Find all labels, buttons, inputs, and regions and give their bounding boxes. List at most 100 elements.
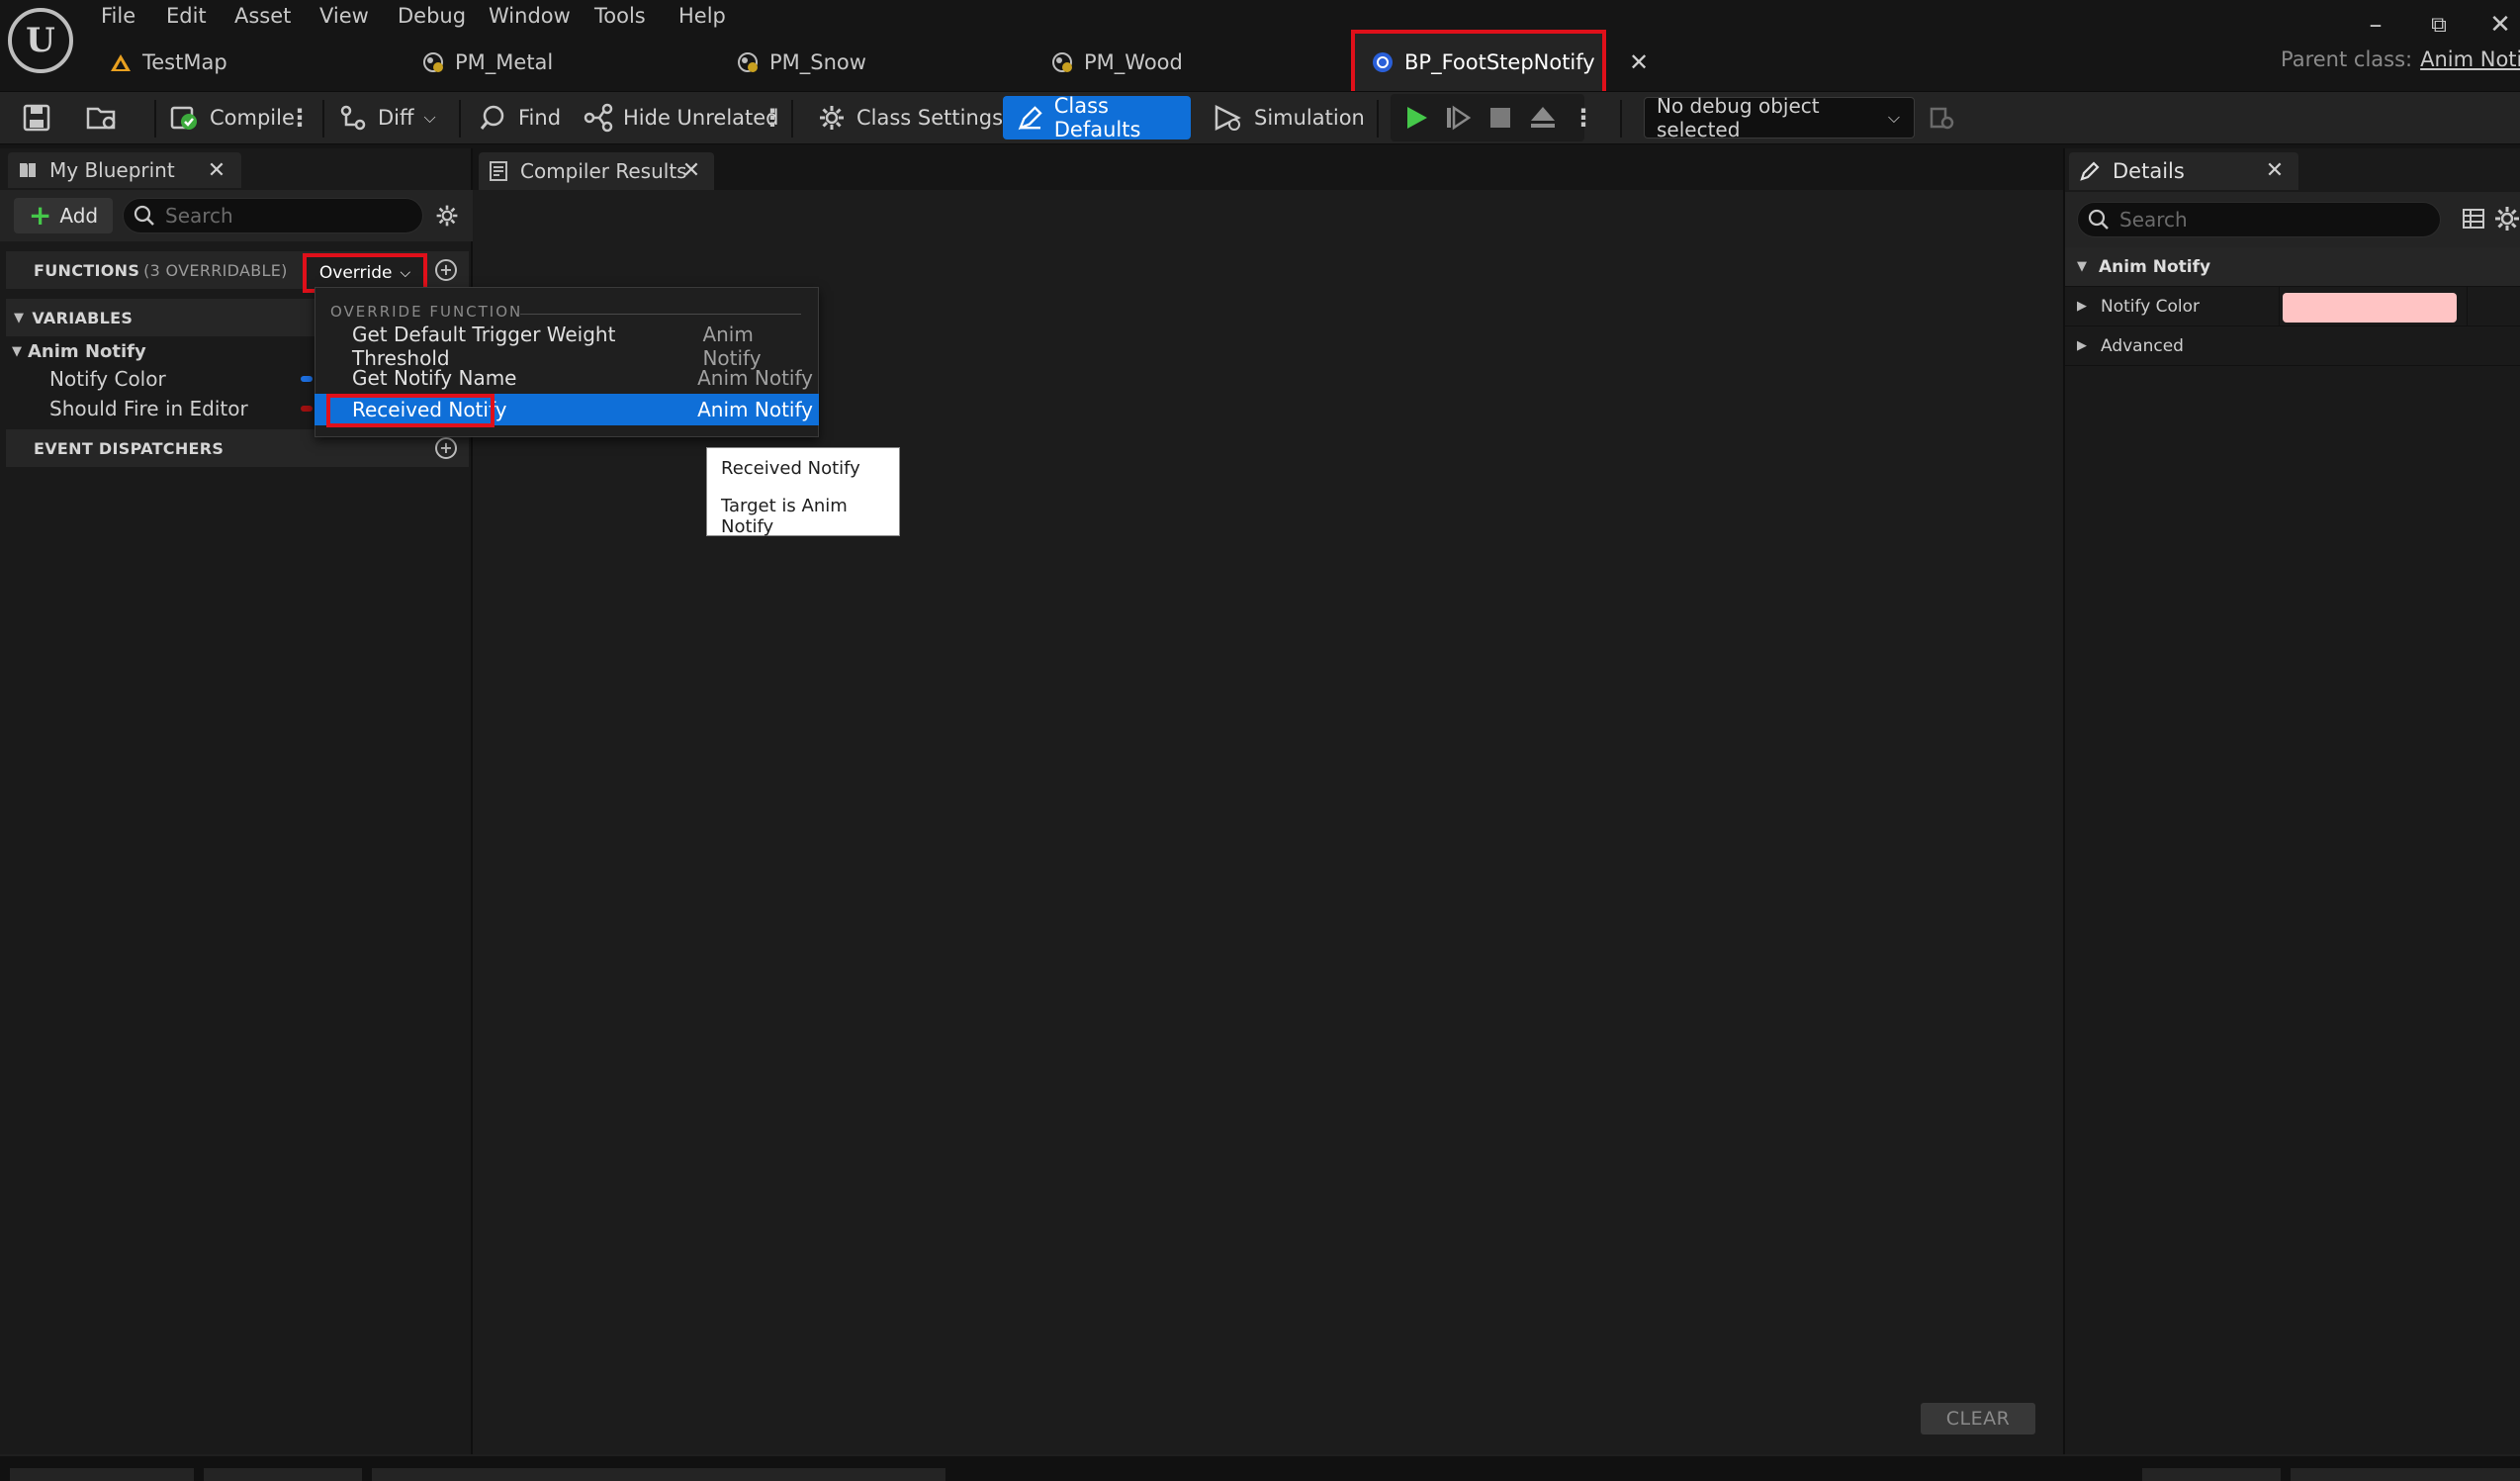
diff-label: Diff — [378, 106, 414, 130]
search-input[interactable] — [2119, 208, 2416, 231]
details-category-anim-notify[interactable]: ▼ Anim Notify — [2065, 247, 2520, 287]
debug-object-value: No debug object selected — [1657, 94, 1820, 141]
my-blueprint-icon — [20, 163, 36, 177]
debug-browse-button[interactable] — [1929, 92, 1956, 143]
tooltip-target: Target is Anim Notify — [721, 496, 848, 537]
override-label: Override — [318, 263, 393, 283]
category-label: Anim Notify — [28, 340, 146, 362]
class-settings-label: Class Settings — [856, 106, 1004, 130]
variable-name: Notify Color — [49, 367, 166, 391]
compile-options-icon[interactable]: ⋮ — [288, 92, 312, 143]
variable-type-pin — [301, 376, 313, 382]
eject-icon — [1531, 107, 1555, 128]
table-view-icon[interactable] — [2461, 206, 2486, 231]
diff-button[interactable]: Diff ⌵ — [338, 92, 436, 143]
simulation-button[interactable]: Simulation — [1213, 92, 1365, 143]
column-divider — [2279, 287, 2280, 326]
eject-button[interactable] — [1529, 92, 1557, 143]
hide-unrelated-label: Hide Unrelated — [623, 106, 779, 130]
play-button[interactable] — [1402, 92, 1430, 143]
details-search[interactable] — [2077, 202, 2441, 237]
close-tab-icon[interactable]: ✕ — [1622, 47, 1656, 77]
class-settings-button[interactable]: Class Settings — [817, 92, 1003, 143]
parent-class: Parent class: Anim Notify — [2281, 47, 2520, 71]
tab-pm-snow[interactable]: PM_Snow — [736, 44, 866, 81]
step-button[interactable] — [1444, 92, 1472, 143]
collapse-arrow-icon: ▼ — [14, 310, 25, 325]
find-button[interactable]: Find — [479, 92, 561, 143]
restore-icon[interactable]: ⧉ — [2419, 8, 2459, 42]
find-options-icon[interactable]: ⋮ — [761, 92, 784, 143]
chevron-down-icon: ⌵ — [1887, 108, 1900, 127]
details-row-advanced[interactable]: ▶ Advanced — [2065, 326, 2520, 366]
class-defaults-label: Class Defaults — [1053, 94, 1141, 141]
variable-type-pin — [301, 406, 313, 412]
toolbar-separator — [322, 100, 324, 138]
play-icon — [1407, 107, 1427, 129]
bottom-tab[interactable] — [10, 1468, 194, 1481]
tab-pm-wood[interactable]: PM_Wood — [1050, 44, 1183, 81]
variable-category[interactable]: ▼ Anim Notify — [6, 336, 303, 366]
menu-edit[interactable]: Edit — [166, 4, 207, 34]
tab-pm-metal[interactable]: PM_Metal — [421, 44, 553, 81]
class-defaults-button[interactable]: Class Defaults — [1003, 94, 1191, 141]
clear-button[interactable]: CLEAR — [1921, 1403, 2035, 1435]
menu-help[interactable]: Help — [678, 4, 726, 34]
add-event-dispatcher-icon[interactable]: + — [435, 437, 457, 459]
close-tab-icon[interactable]: ✕ — [202, 154, 231, 186]
settings-gear-icon[interactable] — [431, 200, 463, 231]
toolbar-separator — [791, 100, 793, 138]
save-button[interactable] — [22, 92, 51, 143]
tab-testmap[interactable]: TestMap — [109, 44, 227, 81]
find-label: Find — [518, 106, 562, 130]
collapse-arrow-icon: ▼ — [2077, 259, 2087, 274]
stop-button[interactable] — [1487, 92, 1513, 143]
variable-should-fire-in-editor[interactable]: Should Fire in Editor — [6, 394, 303, 423]
simulation-label: Simulation — [1254, 106, 1365, 130]
details-settings-gear-icon[interactable] — [2492, 204, 2520, 233]
debug-object-select[interactable]: No debug object selected ⌵ — [1644, 94, 1915, 141]
menu-item-category: Anim Notify — [697, 398, 813, 421]
functions-overridable-count: (3 OVERRIDABLE) — [143, 260, 288, 280]
close-tab-icon[interactable]: ✕ — [2259, 154, 2291, 186]
menu-view[interactable]: View — [319, 4, 369, 34]
menu-item-get-default-trigger-weight-threshold[interactable]: Get Default Trigger Weight Threshold Ani… — [315, 323, 819, 370]
bottom-tab[interactable] — [204, 1468, 362, 1481]
toolbar-separator — [154, 100, 156, 138]
tab-bp-footstepnotify[interactable]: BP_FootStepNotify — [1351, 30, 1606, 95]
play-options-icon[interactable]: ⋮ — [1572, 92, 1595, 143]
compiler-results-icon — [490, 161, 507, 181]
bottom-tab[interactable] — [2291, 1468, 2520, 1481]
bottom-tab[interactable] — [372, 1468, 945, 1481]
unreal-logo-icon[interactable]: U — [8, 8, 73, 73]
event-dispatchers-label: EVENT DISPATCHERS — [34, 438, 225, 458]
menu-file[interactable]: File — [101, 4, 135, 34]
toolbar-separator — [459, 100, 461, 138]
menu-tools[interactable]: Tools — [594, 4, 646, 34]
tab-label: Details — [2113, 159, 2185, 183]
browse-button[interactable] — [85, 92, 119, 143]
stop-icon — [1490, 108, 1510, 128]
menu-item-get-notify-name[interactable]: Get Notify Name Anim Notify — [315, 362, 819, 394]
compile-button[interactable]: Compile — [168, 92, 295, 143]
tab-label: PM_Wood — [1084, 50, 1183, 74]
find-icon — [480, 105, 504, 130]
notify-color-swatch[interactable] — [2283, 293, 2457, 323]
level-icon — [109, 50, 133, 74]
add-function-icon[interactable]: + — [435, 259, 457, 281]
menu-asset[interactable]: Asset — [234, 4, 291, 34]
parent-class-link[interactable]: Anim Notify — [2420, 47, 2520, 71]
gear-icon — [820, 106, 844, 130]
variable-notify-color[interactable]: Notify Color — [6, 364, 303, 394]
close-tab-icon[interactable]: ✕ — [676, 154, 706, 186]
add-button[interactable]: + Add — [14, 198, 113, 233]
my-blueprint-search[interactable] — [123, 198, 423, 233]
hide-unrelated-button[interactable]: Hide Unrelated — [584, 92, 779, 143]
minimize-icon[interactable]: – — [2356, 8, 2395, 42]
menu-debug[interactable]: Debug — [398, 4, 466, 34]
tooltip: Received Notify Target is Anim Notify — [706, 447, 900, 537]
search-input[interactable] — [165, 204, 403, 228]
bottom-tab[interactable] — [2142, 1468, 2281, 1481]
menu-window[interactable]: Window — [489, 4, 571, 34]
close-window-icon[interactable]: ✕ — [2480, 8, 2520, 42]
